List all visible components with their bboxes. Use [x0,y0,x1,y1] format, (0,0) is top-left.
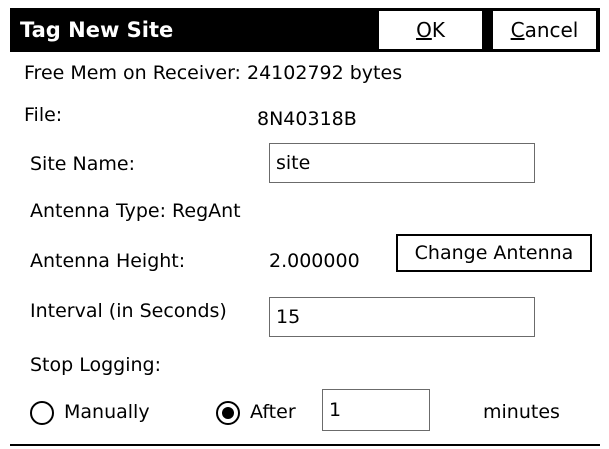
file-label: File: [24,104,63,126]
manually-radio[interactable] [30,401,54,425]
minutes-unit-label: minutes [483,401,560,423]
free-memory-text: Free Mem on Receiver: 24102792 bytes [24,62,403,84]
site-name-label: Site Name: [30,153,135,175]
antenna-height-label: Antenna Height: [30,250,186,272]
manually-label: Manually [64,401,150,423]
cancel-mnemonic: C [510,18,525,42]
file-value: 8N40318B [257,108,357,130]
dialog-title: Tag New Site [20,18,174,42]
after-radio[interactable] [216,401,240,425]
site-name-input[interactable]: site [269,143,535,183]
change-antenna-button[interactable]: Change Antenna [396,234,592,272]
dialog-bottom-border [10,444,600,446]
interval-input[interactable]: 15 [269,297,535,337]
interval-label: Interval (in Seconds) [30,300,227,322]
antenna-height-value: 2.000000 [269,250,360,272]
cancel-button[interactable]: Cancel [493,11,596,49]
ok-label: K [431,18,445,42]
title-bar: Tag New Site OK Cancel [10,8,600,52]
after-minutes-input[interactable]: 1 [322,389,430,431]
after-label: After [250,401,296,423]
antenna-type-text: Antenna Type: RegAnt [30,200,241,222]
ok-mnemonic: O [416,18,432,42]
after-minutes-value: 1 [329,399,342,421]
site-name-value: site [276,152,311,174]
cancel-label: ancel [524,18,579,42]
interval-value: 15 [276,306,301,328]
radio-selected-dot [222,407,234,419]
tag-new-site-dialog: Tag New Site OK Cancel Free Mem on Recei… [10,8,600,446]
stop-logging-label: Stop Logging: [30,354,162,376]
ok-button[interactable]: OK [379,11,482,49]
